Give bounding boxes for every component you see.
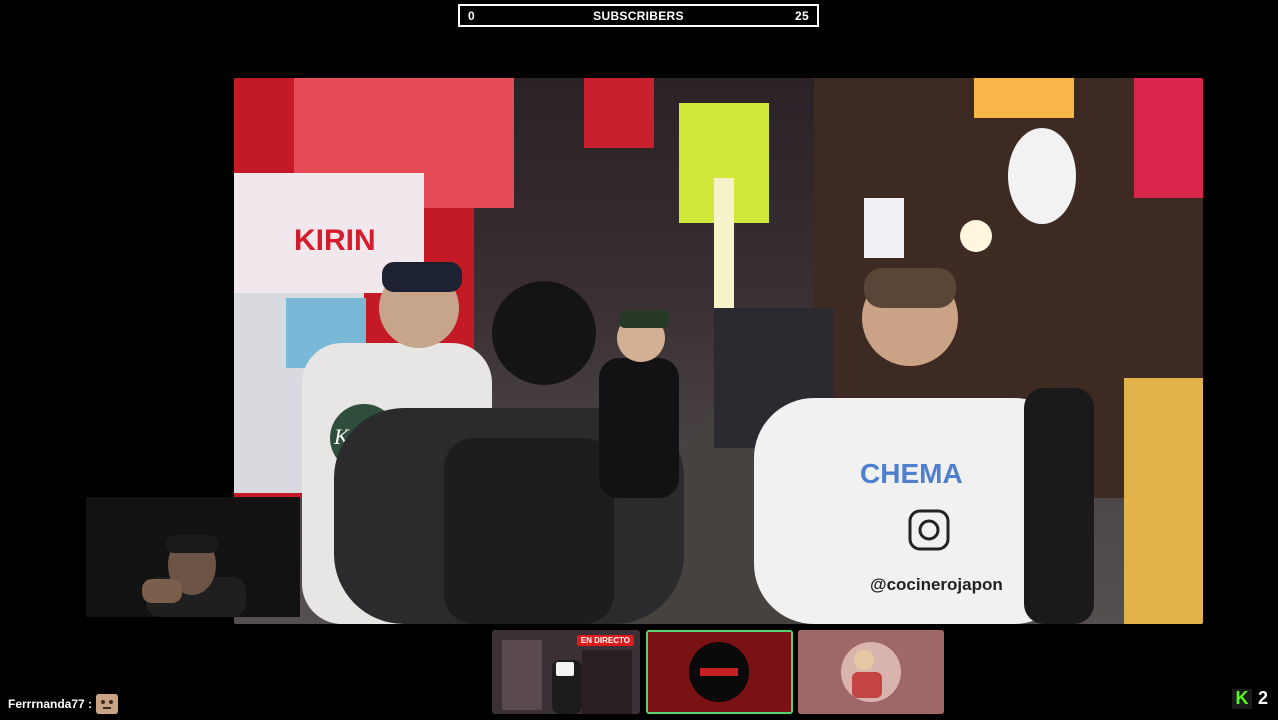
kick-viewer-counter: K 2: [1231, 688, 1268, 709]
subscribers-left-count: 0: [468, 8, 475, 23]
streamer-webcam: [86, 497, 300, 617]
thumbnail-photo-image: [798, 630, 944, 714]
shirt-handle-text: @cocinerojapon: [870, 575, 1003, 594]
kick-logo-icon: K: [1231, 688, 1252, 709]
kirin-sign: KIRIN: [294, 224, 376, 257]
chat-message: Ferrrnanda77 :: [8, 694, 119, 714]
stream-scene: KIRIN Kebo CHEMA: [234, 78, 1203, 624]
chat-username: Ferrrnanda77 :: [8, 697, 93, 711]
chema-shirt-text: CHEMA: [860, 458, 963, 489]
viewer-count: 2: [1257, 688, 1268, 708]
live-badge: EN DIRECTO: [576, 635, 634, 646]
subscribers-bar: 0 SUBSCRIBERS 25: [458, 4, 819, 27]
webcam-image: [86, 497, 300, 617]
thumbnail-photo[interactable]: [798, 630, 944, 714]
thumbnail-logo-image: [648, 632, 791, 712]
subscribers-right-count: 25: [795, 8, 809, 23]
main-stream-video[interactable]: KIRIN Kebo CHEMA: [234, 78, 1203, 624]
emote-face-icon: [96, 694, 119, 714]
thumbnail-live-stream[interactable]: EN DIRECTO: [492, 630, 640, 714]
thumbnail-logo[interactable]: [646, 630, 793, 714]
subscribers-title: SUBSCRIBERS: [593, 8, 684, 23]
